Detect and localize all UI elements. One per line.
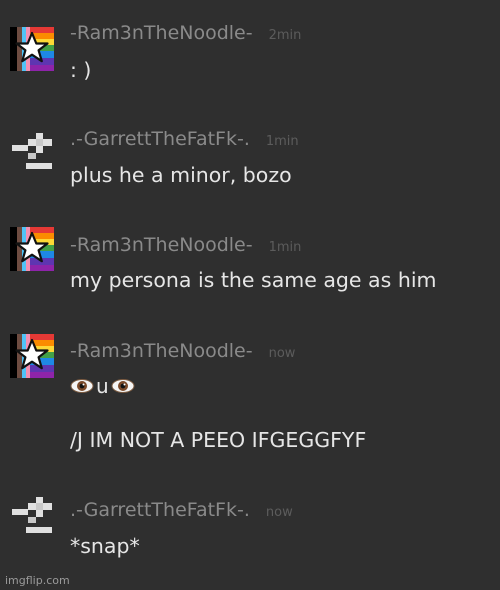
message-text: /J IM NOT A PEEO IFGEGGFYF [70,428,367,452]
timestamp: 1min [268,240,302,255]
username[interactable]: -Ram3nTheNoodle- [70,340,253,362]
timestamp: now [265,505,293,520]
message-text: my persona is the same age as him [70,268,437,292]
username[interactable]: .-GarrettTheFatFk-. [70,499,250,521]
eye-emoji-icon [111,379,135,393]
rainbow-star-avatar-icon[interactable] [10,334,54,378]
watermark: imgflip.com [5,574,70,587]
timestamp: 2min [268,28,302,43]
message-text: *snap* [70,534,140,558]
timestamp: 1min [265,134,299,149]
message-text: plus he a minor, bozo [70,163,292,187]
pixel-sprite-avatar-icon[interactable] [10,495,54,539]
eye-emoji-icon [70,379,94,393]
message-text: : ) [70,58,92,82]
rainbow-star-avatar-icon[interactable] [10,27,54,71]
message-emoji-line: u [70,374,135,399]
timestamp: now [268,346,296,361]
message-text: u [96,374,109,398]
username[interactable]: .-GarrettTheFatFk-. [70,128,250,150]
username[interactable]: -Ram3nTheNoodle- [70,234,253,256]
rainbow-star-avatar-icon[interactable] [10,227,54,271]
username[interactable]: -Ram3nTheNoodle- [70,22,253,44]
pixel-sprite-avatar-icon[interactable] [10,131,54,175]
